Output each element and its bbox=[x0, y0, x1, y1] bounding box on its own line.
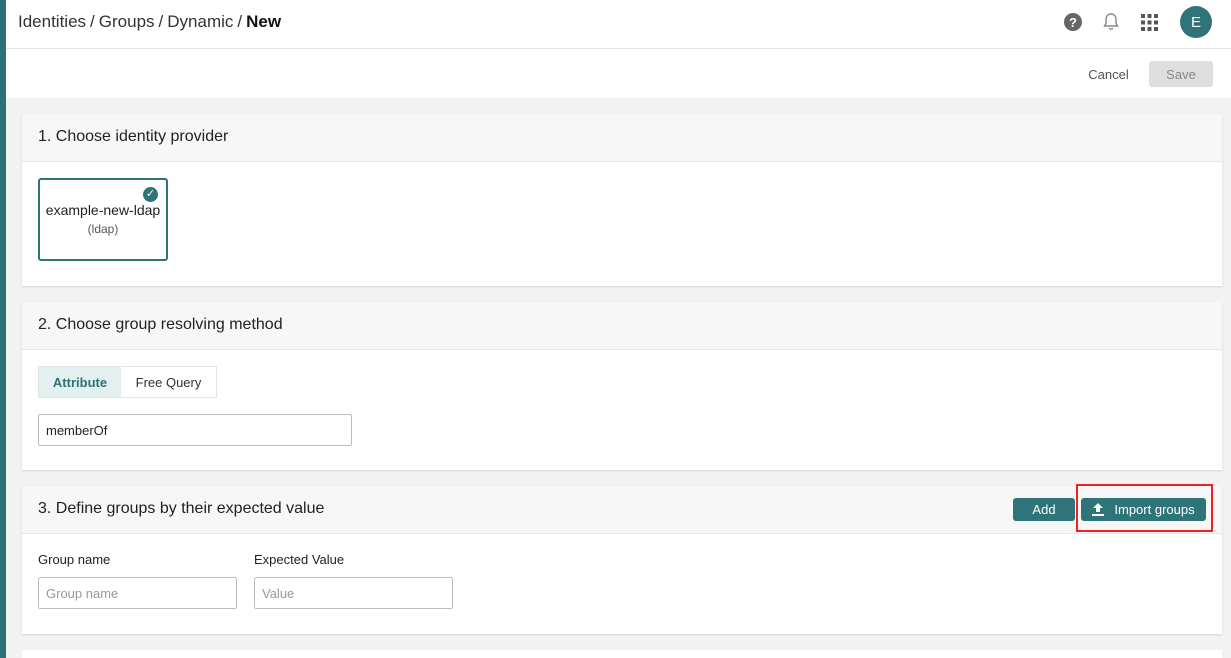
provider-name: example-new-ldap bbox=[45, 202, 161, 218]
check-icon: ✓ bbox=[143, 187, 158, 202]
tab-free-query[interactable]: Free Query bbox=[121, 367, 216, 397]
breadcrumb-separator: / bbox=[90, 12, 95, 31]
tab-attribute[interactable]: Attribute bbox=[39, 367, 121, 397]
breadcrumb-current: New bbox=[246, 12, 282, 31]
breadcrumb-groups[interactable]: Groups bbox=[99, 12, 155, 32]
section-title: 1. Choose identity provider bbox=[38, 128, 229, 145]
breadcrumb-separator: / bbox=[237, 12, 243, 31]
add-button[interactable]: Add bbox=[1013, 498, 1075, 521]
apps-grid-icon[interactable] bbox=[1138, 11, 1160, 33]
highlight-box bbox=[1076, 484, 1213, 532]
action-toolbar: Cancel Save bbox=[6, 49, 1231, 98]
section-define-groups: 3. Define groups by their expected value… bbox=[22, 484, 1222, 634]
save-button[interactable]: Save bbox=[1149, 61, 1213, 87]
provider-tile[interactable]: ✓ example-new-ldap (ldap) bbox=[38, 178, 168, 261]
expected-value-input[interactable]: Value bbox=[254, 577, 453, 609]
group-name-input[interactable]: Group name bbox=[38, 577, 237, 609]
section-resolving-method: 2. Choose group resolving method Attribu… bbox=[22, 302, 1222, 470]
section-title: 2. Choose group resolving method bbox=[38, 316, 283, 333]
section-identity-provider: 1. Choose identity provider ✓ example-ne… bbox=[22, 114, 1222, 286]
breadcrumb-dynamic[interactable]: Dynamic bbox=[167, 12, 233, 32]
cancel-button[interactable]: Cancel bbox=[1082, 63, 1135, 85]
group-name-label: Group name bbox=[38, 552, 111, 567]
breadcrumb-separator: / bbox=[158, 12, 164, 31]
provider-type: (ldap) bbox=[87, 222, 119, 236]
method-tabs: Attribute Free Query bbox=[38, 366, 217, 398]
section-header: 1. Choose identity provider bbox=[22, 114, 1222, 162]
breadcrumb-identities[interactable]: Identities bbox=[18, 12, 86, 32]
next-section-edge bbox=[22, 650, 1222, 658]
top-header: Identities / Groups / Dynamic / New ? E bbox=[6, 0, 1231, 49]
section-title: 3. Define groups by their expected value bbox=[38, 500, 325, 517]
attribute-input[interactable]: memberOf bbox=[38, 414, 352, 446]
left-accent-bar bbox=[0, 0, 6, 658]
bell-icon[interactable] bbox=[1100, 11, 1122, 33]
expected-value-label: Expected Value bbox=[254, 552, 345, 567]
breadcrumb: Identities / Groups / Dynamic / New bbox=[18, 12, 281, 32]
section-header: 2. Choose group resolving method bbox=[22, 302, 1222, 350]
section-header: 3. Define groups by their expected value… bbox=[22, 484, 1222, 534]
avatar[interactable]: E bbox=[1180, 6, 1212, 38]
help-icon[interactable]: ? bbox=[1062, 11, 1084, 33]
